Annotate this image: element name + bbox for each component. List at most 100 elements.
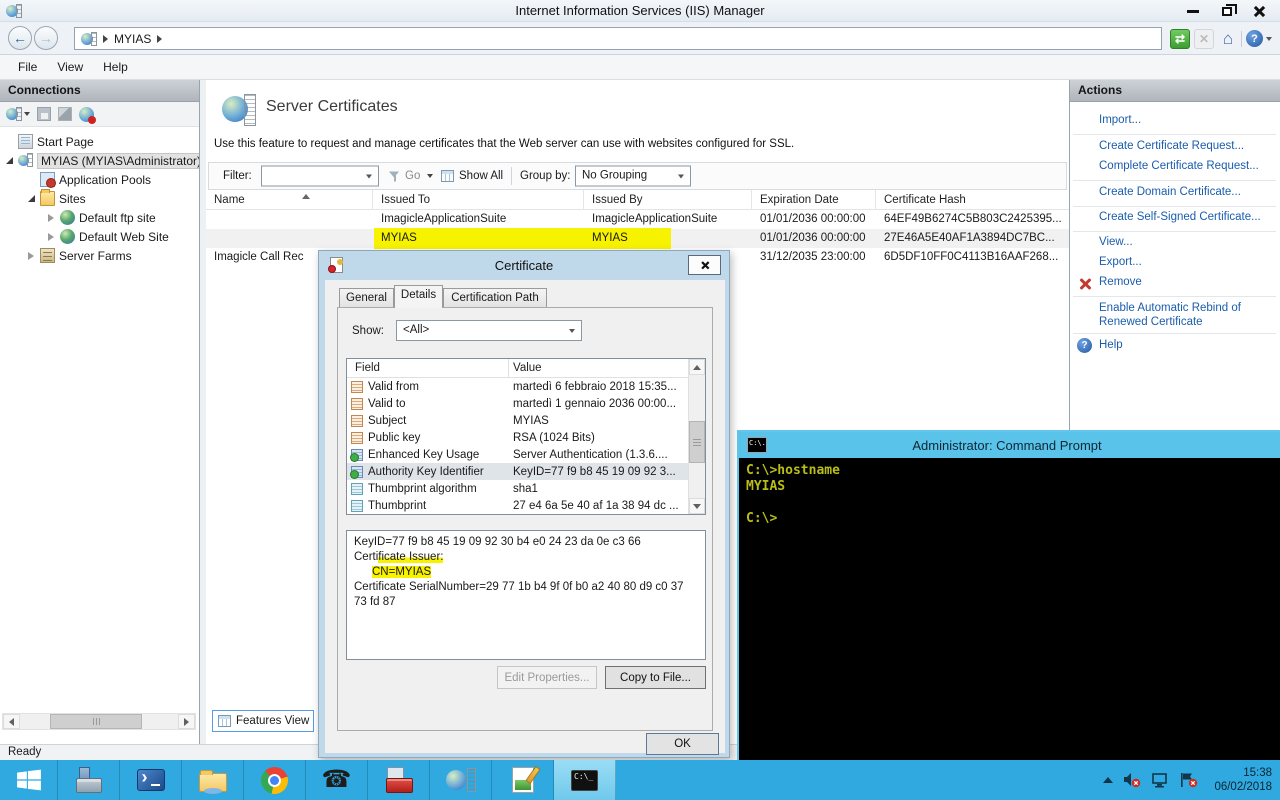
fields-vertical-scrollbar[interactable] <box>688 359 705 514</box>
close-button[interactable] <box>1244 2 1274 20</box>
field-row[interactable]: Thumbprint algorithm sha1 <box>347 480 705 497</box>
breadcrumb-arrow-icon[interactable] <box>157 35 162 43</box>
tree-expander-icon[interactable] <box>26 194 36 204</box>
go-button[interactable]: Go <box>405 170 420 182</box>
field-row[interactable]: Valid from martedì 6 febbraio 2018 15:35… <box>347 378 705 395</box>
taskbar-button-editor[interactable] <box>492 760 554 800</box>
network-icon[interactable] <box>1151 773 1169 788</box>
save-connections-icon[interactable] <box>37 107 51 121</box>
tree-item-default-ftp-site[interactable]: Default ftp site <box>0 208 199 227</box>
help-dropdown-caret-icon[interactable] <box>1266 37 1272 41</box>
taskbar-button-iis-manager[interactable] <box>430 760 492 800</box>
field-detail-text[interactable]: KeyID=77 f9 b8 45 19 09 92 30 b4 e0 24 2… <box>346 530 706 660</box>
copy-to-file-button[interactable]: Copy to File... <box>605 666 706 689</box>
tree-item-start-page[interactable]: Start Page <box>0 132 199 151</box>
action-create-self-signed-certificate[interactable]: Create Self-Signed Certificate... <box>1099 211 1261 223</box>
dialog-close-button[interactable] <box>688 255 721 275</box>
taskbar-button-file-explorer[interactable] <box>182 760 244 800</box>
scroll-right-button[interactable] <box>178 714 195 729</box>
tree-expander-icon[interactable] <box>46 232 56 242</box>
action-help[interactable]: Help <box>1099 339 1123 351</box>
taskbar-button-command-prompt[interactable] <box>554 760 616 800</box>
action-export[interactable]: Export... <box>1099 256 1142 268</box>
tree-item-server-myias[interactable]: MYIAS (MYIAS\Administrator) <box>0 151 199 170</box>
start-button[interactable] <box>0 760 58 800</box>
column-header-issued-by[interactable]: Issued By <box>584 190 752 210</box>
cmd-terminal[interactable]: C:\>hostnameMYIAS C:\> <box>739 458 1280 760</box>
tree-item-label[interactable]: MYIAS (MYIAS\Administrator) <box>37 153 199 169</box>
field-row[interactable]: Valid to martedì 1 gennaio 2036 00:00... <box>347 395 705 412</box>
action-view[interactable]: View... <box>1099 236 1133 248</box>
action-create-domain-certificate[interactable]: Create Domain Certificate... <box>1099 186 1241 198</box>
command-prompt-window[interactable]: Administrator: Command Prompt C:\>hostna… <box>737 430 1280 762</box>
restore-button[interactable] <box>1212 2 1242 20</box>
cmd-titlebar[interactable]: Administrator: Command Prompt <box>739 432 1280 458</box>
tree-item-label[interactable]: Sites <box>59 192 86 206</box>
menu-view[interactable]: View <box>47 57 93 77</box>
tab-general[interactable]: General <box>339 288 394 308</box>
tree-item-application-pools[interactable]: Application Pools <box>0 170 199 189</box>
show-hidden-icons-button[interactable] <box>1103 777 1113 783</box>
back-button[interactable]: ← <box>8 26 32 50</box>
action-remove[interactable]: Remove <box>1099 276 1142 288</box>
minimize-button[interactable] <box>1178 2 1208 20</box>
show-all-button[interactable]: Show All <box>459 170 503 182</box>
filter-input[interactable] <box>261 166 379 187</box>
tree-item-default-web-site[interactable]: Default Web Site <box>0 227 199 246</box>
go-dropdown-icon[interactable] <box>427 174 433 178</box>
taskbar-button-phone-app[interactable]: ☎ <box>306 760 368 800</box>
ok-button[interactable]: OK <box>646 733 719 755</box>
group-by-select[interactable]: No Grouping <box>575 166 691 187</box>
scroll-left-button[interactable] <box>3 714 20 729</box>
taskbar-button-powershell[interactable] <box>120 760 182 800</box>
menu-file[interactable]: File <box>8 57 47 77</box>
tree-item-sites[interactable]: Sites <box>0 189 199 208</box>
connections-horizontal-scrollbar[interactable] <box>2 713 196 730</box>
tree-item-label[interactable]: Default ftp site <box>79 211 156 225</box>
taskbar-clock[interactable]: 15:38 06/02/2018 <box>1214 766 1272 794</box>
tree-item-server-farms[interactable]: Server Farms <box>0 246 199 265</box>
table-row[interactable]: MYIAS MYIAS 01/01/2036 00:00:00 27E46A5E… <box>206 229 1069 248</box>
field-column-header[interactable]: Field <box>355 359 380 377</box>
table-row[interactable]: ImagicleApplicationSuite ImagicleApplica… <box>206 210 1069 229</box>
scroll-up-button[interactable] <box>689 359 705 375</box>
scrollbar-thumb[interactable] <box>50 714 142 729</box>
tree-item-label[interactable]: Server Farms <box>59 249 132 263</box>
breadcrumb-node[interactable]: MYIAS <box>114 32 151 46</box>
tab-certification-path[interactable]: Certification Path <box>443 288 547 308</box>
taskbar-button-admin-tools[interactable] <box>368 760 430 800</box>
tree-expander-icon[interactable] <box>4 156 14 166</box>
value-column-header[interactable]: Value <box>513 359 542 377</box>
tree-item-label[interactable]: Application Pools <box>59 173 151 187</box>
tree-expander-icon[interactable] <box>46 213 56 223</box>
action-create-certificate-request[interactable]: Create Certificate Request... <box>1099 140 1244 152</box>
disconnect-icon[interactable] <box>79 107 94 122</box>
tree-item-label[interactable]: Default Web Site <box>79 230 169 244</box>
action-enable-rebind[interactable]: Enable Automatic Rebind of Renewed Certi… <box>1099 301 1265 329</box>
column-header-name[interactable]: Name <box>206 190 373 210</box>
field-row-selected[interactable]: Authority Key Identifier KeyID=77 f9 b8 … <box>347 463 705 480</box>
dialog-titlebar[interactable]: Certificate <box>319 251 729 280</box>
tree-expander-icon[interactable] <box>26 251 36 261</box>
connect-dropdown-icon[interactable] <box>24 112 30 116</box>
show-select[interactable]: <All> <box>396 320 582 341</box>
tree-item-label[interactable]: Start Page <box>37 135 94 149</box>
action-import[interactable]: Import... <box>1099 114 1141 126</box>
column-header-expiration[interactable]: Expiration Date <box>752 190 876 210</box>
column-header-hash[interactable]: Certificate Hash <box>876 190 1069 210</box>
connect-button[interactable] <box>6 106 30 122</box>
taskbar-button-server-manager[interactable] <box>58 760 120 800</box>
forward-button[interactable]: → <box>34 26 58 50</box>
features-view-tab[interactable]: Features View <box>212 710 314 732</box>
menu-help[interactable]: Help <box>93 57 138 77</box>
scroll-down-button[interactable] <box>689 498 705 514</box>
breadcrumb-arrow-icon[interactable] <box>103 35 108 43</box>
field-row[interactable]: Enhanced Key Usage Server Authentication… <box>347 446 705 463</box>
refresh-button[interactable]: ⇄ <box>1170 29 1190 49</box>
home-button[interactable]: ⌂ <box>1218 29 1238 49</box>
breadcrumb[interactable]: MYIAS <box>74 27 1162 50</box>
column-header-issued-to[interactable]: Issued To <box>373 190 584 210</box>
taskbar-button-chrome[interactable] <box>244 760 306 800</box>
field-row[interactable]: Public key RSA (1024 Bits) <box>347 429 705 446</box>
rename-icon[interactable] <box>58 107 72 121</box>
